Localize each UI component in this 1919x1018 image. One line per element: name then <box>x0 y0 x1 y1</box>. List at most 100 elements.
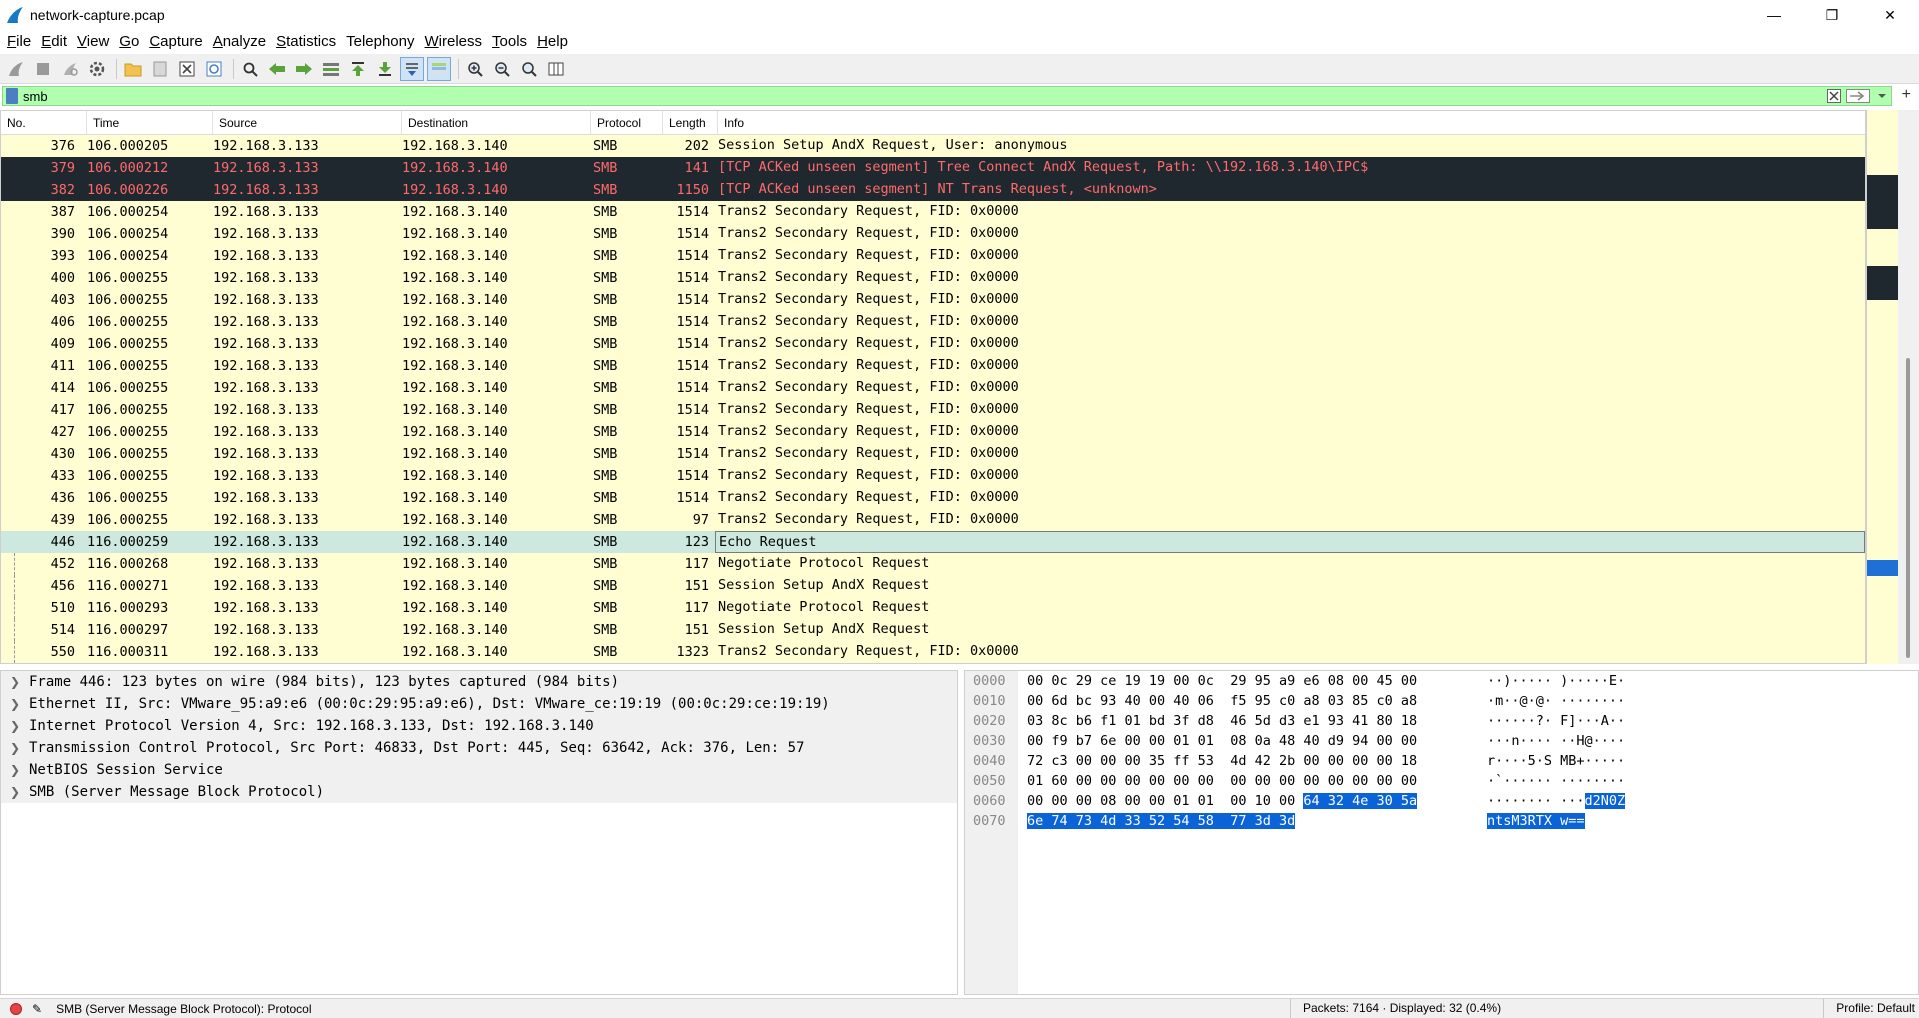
detail-smb[interactable]: ❯ SMB (Server Message Block Protocol) <box>1 781 957 803</box>
packet-destination: 192.168.3.140 <box>402 358 508 374</box>
detail-tcp[interactable]: ❯ Transmission Control Protocol, Src Port… <box>1 737 957 759</box>
packet-row[interactable]: 414 106.000255 192.168.3.133 192.168.3.140 S… <box>1 377 1865 399</box>
detail-frame[interactable]: ❯ Frame 446: 123 bytes on wire (984 bits)… <box>1 671 957 693</box>
packet-row[interactable]: 427 106.000255 192.168.3.133 192.168.3.140 S… <box>1 421 1865 443</box>
display-filter-input[interactable]: smb <box>2 86 1892 106</box>
filter-value[interactable]: smb <box>23 89 48 104</box>
expand-chevron-icon[interactable]: ❯ <box>1 741 29 755</box>
packet-row[interactable]: 379 106.000212 192.168.3.133 192.168.3.140 S… <box>1 157 1865 179</box>
find-packet-search-icon[interactable] <box>238 57 262 81</box>
menu-help[interactable]: Help <box>532 30 573 54</box>
packet-row[interactable]: 387 106.000254 192.168.3.133 192.168.3.140 S… <box>1 201 1865 223</box>
detail-ethernet[interactable]: ❯ Ethernet II, Src: VMware_95:a9:e6 (00:0… <box>1 693 957 715</box>
zoom-out-icon[interactable] <box>490 57 514 81</box>
expand-chevron-icon[interactable]: ❯ <box>1 763 29 777</box>
packet-no: 417 <box>50 402 75 418</box>
expand-chevron-icon[interactable]: ❯ <box>1 675 29 689</box>
column-header-length[interactable]: Length <box>663 111 718 134</box>
stop-capture-icon[interactable] <box>31 57 55 81</box>
menu-statistics[interactable]: Statistics <box>271 30 341 54</box>
packet-row[interactable]: 439 106.000255 192.168.3.133 192.168.3.140 S… <box>1 509 1865 531</box>
packet-time: 106.000255 <box>87 468 169 484</box>
column-header-time[interactable]: Time <box>87 111 213 134</box>
normal-size-icon[interactable] <box>517 57 541 81</box>
packet-row[interactable]: 411 106.000255 192.168.3.133 192.168.3.140 S… <box>1 355 1865 377</box>
column-header-protocol[interactable]: Protocol <box>591 111 663 134</box>
packet-protocol: SMB <box>593 402 618 418</box>
go-first-packet-icon[interactable] <box>346 57 370 81</box>
packet-row[interactable]: 446 116.000259 192.168.3.133 192.168.3.140 S… <box>1 531 1865 553</box>
open-file-folder-icon[interactable] <box>121 57 145 81</box>
go-to-packet-icon[interactable] <box>319 57 343 81</box>
menu-go[interactable]: Go <box>114 30 144 54</box>
minimize-button[interactable]: — <box>1745 0 1803 30</box>
packet-row[interactable]: 436 106.000255 192.168.3.133 192.168.3.140 S… <box>1 487 1865 509</box>
packet-row[interactable]: 550 116.000311 192.168.3.133 192.168.3.140 S… <box>1 641 1865 663</box>
column-header-destination[interactable]: Destination <box>402 111 591 134</box>
profile-status[interactable]: Profile: Default <box>1823 999 1919 1018</box>
scrollbar-thumb[interactable] <box>1906 358 1910 658</box>
restart-capture-icon[interactable] <box>58 57 82 81</box>
packet-row[interactable]: 510 116.000293 192.168.3.133 192.168.3.140 S… <box>1 597 1865 619</box>
menu-analyze[interactable]: Analyze <box>208 30 271 54</box>
autoscroll-icon[interactable] <box>400 56 424 81</box>
capture-options-gear-icon[interactable] <box>85 57 109 81</box>
packet-protocol: SMB <box>593 292 618 308</box>
colorize-packet-list-icon[interactable] <box>427 56 451 81</box>
packet-info: Trans2 Secondary Request, FID: 0x0000 <box>718 379 1019 395</box>
resize-columns-icon[interactable] <box>544 57 568 81</box>
packet-row[interactable]: 417 106.000255 192.168.3.133 192.168.3.140 S… <box>1 399 1865 421</box>
menu-telephony[interactable]: Telephony <box>341 30 419 54</box>
expand-chevron-icon[interactable]: ❯ <box>1 697 29 711</box>
packet-row[interactable]: 452 116.000268 192.168.3.133 192.168.3.140 S… <box>1 553 1865 575</box>
close-window-button[interactable]: ✕ <box>1861 0 1919 30</box>
packet-time: 106.000255 <box>87 424 169 440</box>
menu-view[interactable]: View <box>72 30 114 54</box>
packet-row[interactable]: 403 106.000255 192.168.3.133 192.168.3.140 S… <box>1 289 1865 311</box>
packet-row[interactable]: 382 106.000226 192.168.3.133 192.168.3.140 S… <box>1 179 1865 201</box>
filter-history-dropdown-icon[interactable] <box>1873 88 1891 104</box>
go-forward-arrow-icon[interactable] <box>292 57 316 81</box>
packet-time: 106.000254 <box>87 226 169 242</box>
column-header-no[interactable]: No. <box>1 111 87 134</box>
detail-netbios[interactable]: ❯ NetBIOS Session Service <box>1 759 957 781</box>
packet-row[interactable]: 400 106.000255 192.168.3.133 192.168.3.140 S… <box>1 267 1865 289</box>
packet-row[interactable]: 376 106.000205 192.168.3.133 192.168.3.140 S… <box>1 135 1865 157</box>
packet-list-minimap[interactable] <box>1866 110 1899 664</box>
edit-comment-pencil-icon[interactable]: ✎ <box>32 1002 42 1016</box>
filter-bookmark-icon[interactable] <box>6 88 18 104</box>
go-last-packet-icon[interactable] <box>373 57 397 81</box>
start-capture-icon[interactable] <box>4 57 28 81</box>
clear-filter-icon[interactable] <box>1825 88 1843 104</box>
packet-row[interactable]: 406 106.000255 192.168.3.133 192.168.3.140 S… <box>1 311 1865 333</box>
menu-tools[interactable]: Tools <box>487 30 532 54</box>
expert-info-indicator-icon[interactable] <box>10 1002 22 1015</box>
zoom-in-icon[interactable] <box>463 57 487 81</box>
maximize-button[interactable]: ❐ <box>1803 0 1861 30</box>
menu-edit[interactable]: Edit <box>36 30 72 54</box>
detail-ipv4[interactable]: ❯ Internet Protocol Version 4, Src: 192.1… <box>1 715 957 737</box>
reload-file-icon[interactable] <box>202 57 226 81</box>
packet-row[interactable]: 430 106.000255 192.168.3.133 192.168.3.140 S… <box>1 443 1865 465</box>
expand-chevron-icon[interactable]: ❯ <box>1 719 29 733</box>
close-file-icon[interactable] <box>175 57 199 81</box>
packet-time: 116.000293 <box>87 600 169 616</box>
menu-capture[interactable]: Capture <box>144 30 207 54</box>
packet-row[interactable]: 433 106.000255 192.168.3.133 192.168.3.140 S… <box>1 465 1865 487</box>
apply-filter-arrow-icon[interactable] <box>1845 88 1871 104</box>
packet-row[interactable]: 390 106.000254 192.168.3.133 192.168.3.140 S… <box>1 223 1865 245</box>
menu-file[interactable]: File <box>2 30 36 54</box>
expand-chevron-icon[interactable]: ❯ <box>1 785 29 799</box>
packet-destination: 192.168.3.140 <box>402 160 508 176</box>
add-filter-button-icon[interactable]: + <box>1902 86 1911 104</box>
menu-wireless[interactable]: Wireless <box>420 30 488 54</box>
column-header-source[interactable]: Source <box>213 111 402 134</box>
packet-row[interactable]: 393 106.000254 192.168.3.133 192.168.3.140 S… <box>1 245 1865 267</box>
go-back-arrow-icon[interactable] <box>265 57 289 81</box>
packet-row[interactable]: 456 116.000271 192.168.3.133 192.168.3.140 S… <box>1 575 1865 597</box>
save-file-icon[interactable] <box>148 57 172 81</box>
packet-list-scrollbar[interactable] <box>1898 110 1919 664</box>
packet-row[interactable]: 514 116.000297 192.168.3.133 192.168.3.140 S… <box>1 619 1865 641</box>
column-header-info[interactable]: Info <box>718 111 1865 134</box>
packet-row[interactable]: 409 106.000255 192.168.3.133 192.168.3.140 S… <box>1 333 1865 355</box>
